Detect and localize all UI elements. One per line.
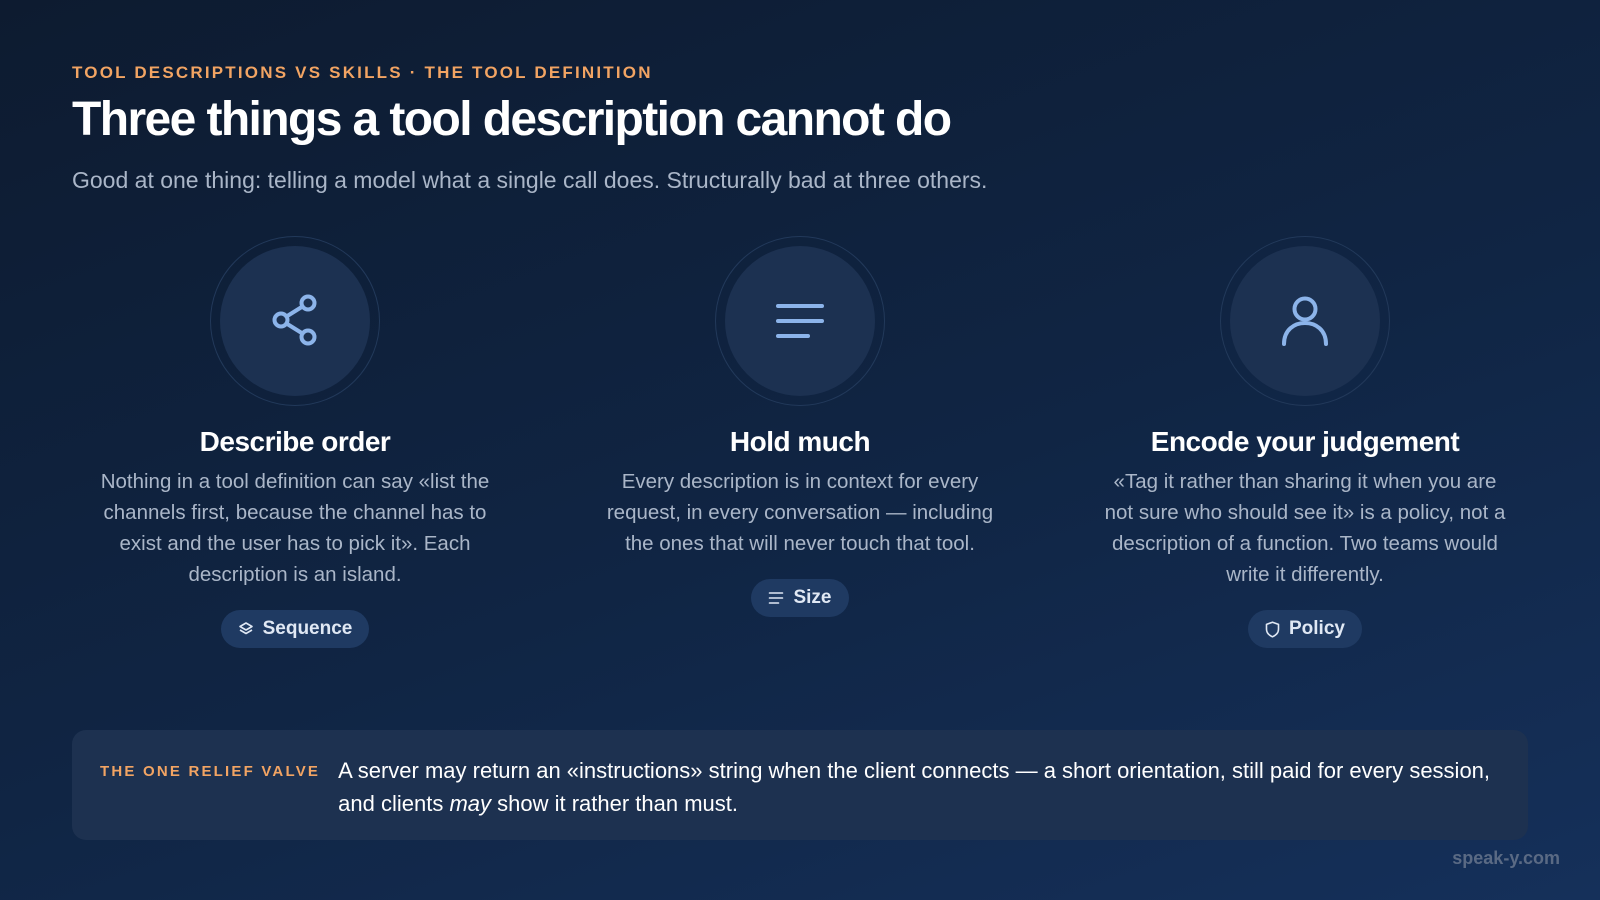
card-hold-much: Hold much Every description is in contex… bbox=[590, 236, 1010, 617]
card-describe-order: Describe order Nothing in a tool definit… bbox=[85, 236, 505, 648]
card-title: Describe order bbox=[199, 426, 391, 457]
user-icon bbox=[1282, 296, 1328, 346]
card-title: Hold much bbox=[729, 426, 871, 457]
icon-ring bbox=[1220, 236, 1390, 406]
icon-disc bbox=[1230, 246, 1380, 396]
pill-label: Size bbox=[793, 587, 832, 608]
pill-label: Policy bbox=[1289, 618, 1345, 639]
callout-text: A server may return an «instructions» st… bbox=[338, 754, 1498, 820]
icon-disc bbox=[725, 246, 875, 396]
share-icon bbox=[272, 294, 317, 346]
callout-emphasis: may bbox=[449, 791, 491, 816]
relief-valve-callout: THE ONE RELIEF VALVE A server may return… bbox=[72, 730, 1528, 840]
footer-brand: speak-y.com bbox=[1452, 848, 1560, 868]
tag-pill-sequence: Sequence bbox=[220, 610, 370, 648]
eyebrow: TOOL DESCRIPTIONS VS SKILLS · THE TOOL D… bbox=[72, 63, 653, 82]
callout-label: THE ONE RELIEF VALVE bbox=[100, 763, 321, 780]
card-title: Encode your judgement bbox=[1150, 426, 1460, 457]
card-body: Nothing in a tool definition can say «li… bbox=[100, 470, 490, 586]
page-subtitle: Good at one thing: telling a model what … bbox=[72, 167, 988, 193]
card-body: Every description is in context for ever… bbox=[606, 470, 994, 555]
callout-text-after: show it rather than must. bbox=[491, 791, 738, 816]
layers-icon bbox=[238, 622, 253, 635]
tag-pill-size: Size bbox=[751, 579, 849, 617]
card-encode-judgement: Encode your judgement «Tag it rather tha… bbox=[1095, 236, 1515, 648]
lines-icon bbox=[769, 592, 784, 604]
tag-pill-policy: Policy bbox=[1248, 610, 1362, 648]
icon-ring bbox=[715, 236, 885, 406]
card-body: «Tag it rather than sharing it when you … bbox=[1104, 470, 1506, 586]
shield-icon bbox=[1265, 620, 1280, 638]
pill-label: Sequence bbox=[262, 618, 353, 639]
lines-icon bbox=[776, 304, 824, 338]
icon-disc bbox=[220, 246, 370, 396]
page-title: Three things a tool description cannot d… bbox=[72, 93, 952, 146]
icon-ring bbox=[210, 236, 380, 406]
